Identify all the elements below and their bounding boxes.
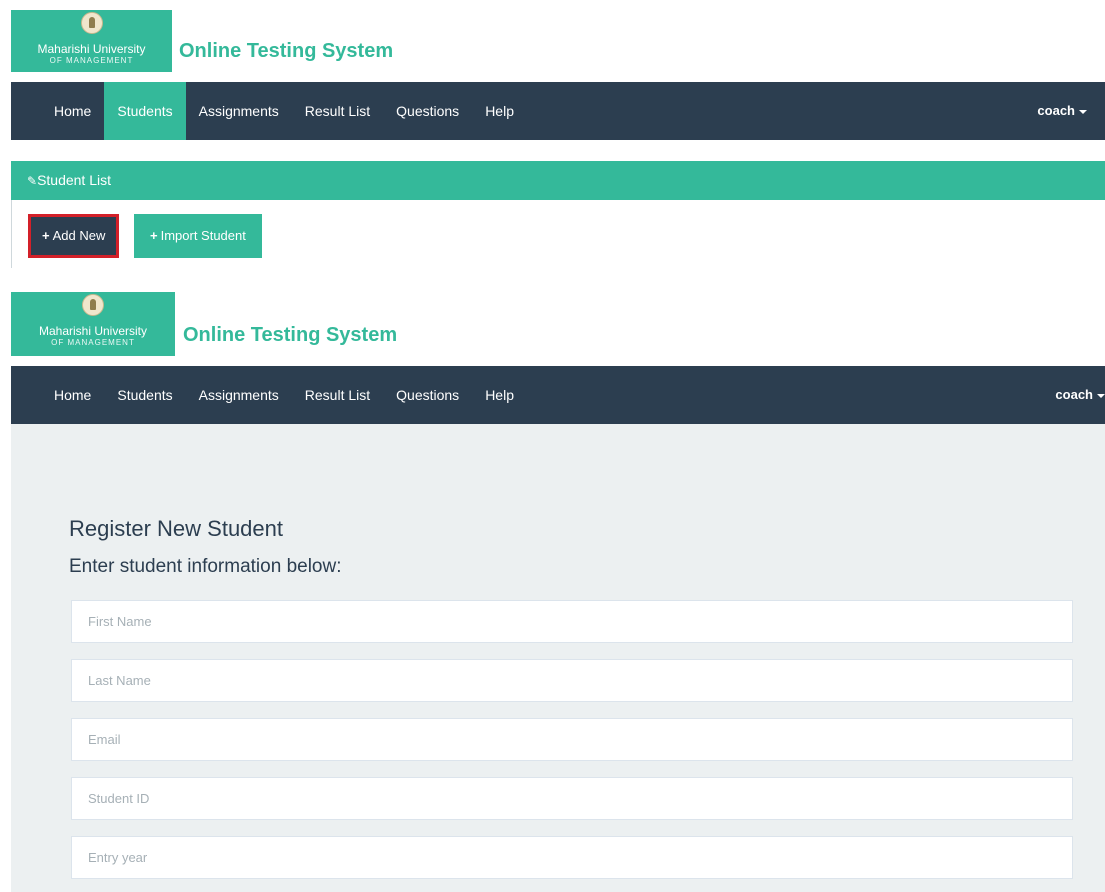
import-student-button[interactable]: + Import Student	[134, 214, 262, 258]
nav-item-help[interactable]: Help	[472, 82, 527, 140]
university-subtitle: OF MANAGEMENT	[51, 338, 135, 347]
student-list-screen: Maharishi University OF MANAGEMENT Onlin…	[0, 0, 1105, 270]
register-student-screen: Maharishi University OF MANAGEMENT Onlin…	[0, 290, 1105, 892]
first-name-field[interactable]	[71, 600, 1073, 643]
app-title: Online Testing System	[179, 40, 394, 62]
main-navbar: Home Students Assignments Result List Qu…	[11, 366, 1105, 424]
nav-item-students[interactable]: Students	[104, 82, 186, 140]
university-subtitle: OF MANAGEMENT	[49, 56, 134, 65]
main-navbar: Home Students Assignments Result List Qu…	[11, 82, 1105, 140]
student-id-field[interactable]	[71, 777, 1073, 820]
nav-item-result-list[interactable]: Result List	[292, 366, 383, 424]
nav-item-result-list[interactable]: Result List	[292, 82, 383, 140]
nav-item-questions[interactable]: Questions	[383, 82, 472, 140]
panel-title: Student List	[37, 172, 111, 188]
edit-icon: ✎	[27, 174, 38, 188]
email-field[interactable]	[71, 718, 1073, 761]
nav-item-help[interactable]: Help	[472, 366, 527, 424]
student-list-panel-body: + Add New + Import Student	[11, 200, 1105, 268]
nav-item-assignments[interactable]: Assignments	[186, 82, 292, 140]
student-list-panel-heading: ✎Student List	[11, 161, 1105, 200]
form-subtitle: Enter student information below:	[69, 556, 342, 577]
caret-down-icon	[1079, 109, 1087, 114]
plus-icon: +	[150, 228, 158, 243]
tree-emblem-icon	[82, 294, 104, 316]
university-name: Maharishi University	[38, 324, 148, 338]
university-name: Maharishi University	[37, 42, 146, 56]
caret-down-icon	[1097, 393, 1105, 398]
nav-menu: Home Students Assignments Result List Qu…	[41, 82, 527, 140]
nav-item-assignments[interactable]: Assignments	[186, 366, 292, 424]
user-dropdown[interactable]: coach	[1055, 366, 1105, 424]
add-new-label: Add New	[52, 228, 106, 243]
user-dropdown[interactable]: coach	[1037, 82, 1087, 140]
nav-menu: Home Students Assignments Result List Qu…	[41, 366, 527, 424]
register-form: Register New Student Enter student infor…	[11, 424, 1105, 892]
last-name-field[interactable]	[71, 659, 1073, 702]
plus-icon: +	[42, 228, 50, 243]
app-title: Online Testing System	[183, 324, 398, 346]
nav-item-students[interactable]: Students	[104, 366, 185, 424]
tree-emblem-icon	[80, 12, 103, 34]
header: Maharishi University OF MANAGEMENT Onlin…	[0, 290, 1105, 362]
form-title: Register New Student	[69, 516, 283, 541]
add-new-button[interactable]: + Add New	[28, 214, 120, 258]
nav-item-home[interactable]: Home	[41, 366, 104, 424]
header: Maharishi University OF MANAGEMENT Onlin…	[0, 0, 1105, 72]
entry-year-field[interactable]	[71, 836, 1073, 879]
university-logo[interactable]: Maharishi University OF MANAGEMENT	[11, 292, 175, 356]
nav-item-home[interactable]: Home	[41, 82, 104, 140]
import-student-label: Import Student	[160, 228, 246, 243]
user-name: coach	[1055, 387, 1093, 402]
university-logo[interactable]: Maharishi University OF MANAGEMENT	[11, 10, 172, 72]
nav-item-questions[interactable]: Questions	[383, 366, 472, 424]
user-name: coach	[1037, 103, 1075, 118]
